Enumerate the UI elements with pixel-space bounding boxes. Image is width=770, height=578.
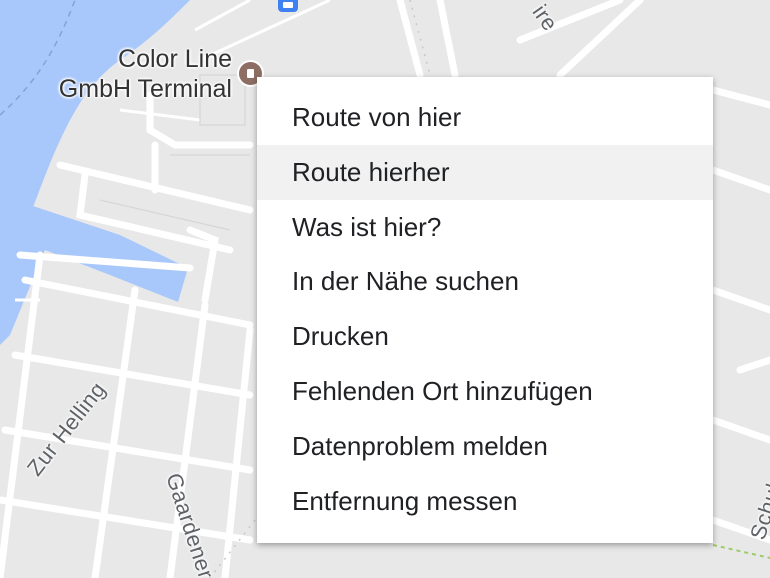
menu-item-whats-here[interactable]: Was ist hier? xyxy=(257,200,713,255)
poi-label-line2: GmbH Terminal xyxy=(58,75,232,103)
map-context-menu: Route von hier Route hierher Was ist hie… xyxy=(257,77,713,543)
bus-stop-icon[interactable] xyxy=(278,0,298,12)
menu-item-search-nearby[interactable]: In der Nähe suchen xyxy=(257,254,713,309)
menu-item-route-to-here[interactable]: Route hierher xyxy=(257,144,713,200)
poi-label-color-line-terminal[interactable]: Color Line GmbH Terminal xyxy=(30,44,232,104)
menu-item-measure-distance[interactable]: Entfernung messen xyxy=(257,474,713,529)
menu-item-add-missing-place[interactable]: Fehlenden Ort hinzufügen xyxy=(257,364,713,419)
poi-label-line1: Color Line xyxy=(118,45,232,73)
menu-item-print[interactable]: Drucken xyxy=(257,309,713,364)
menu-item-report-data-problem[interactable]: Datenproblem melden xyxy=(257,419,713,474)
menu-item-route-from-here[interactable]: Route von hier xyxy=(257,90,713,145)
